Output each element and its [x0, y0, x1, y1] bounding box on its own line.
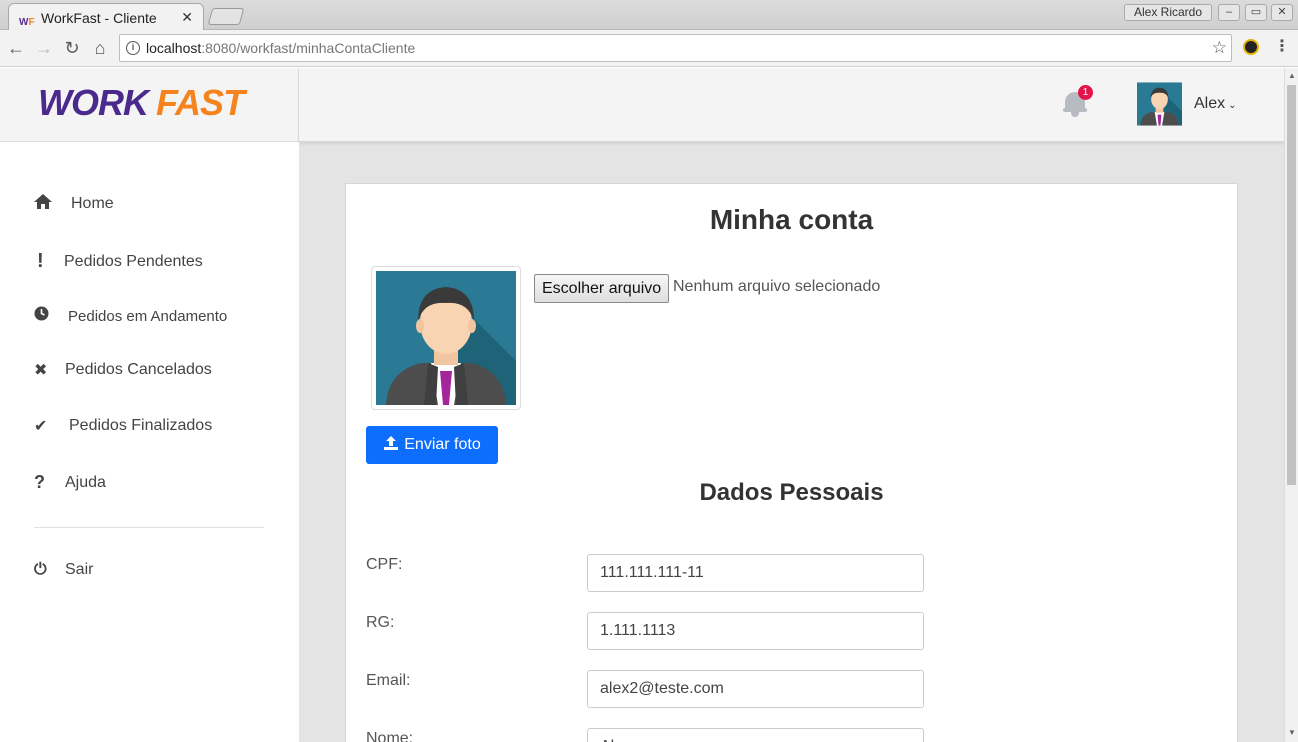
browser-toolbar: ← → ↻ ⌂ i localhost:8080/workfast/minhaC…: [0, 30, 1298, 67]
cpf-label: CPF:: [366, 556, 403, 573]
file-status-text: Nenhum arquivo selecionado: [673, 278, 881, 295]
sidebar-item-home[interactable]: Home: [34, 194, 114, 214]
tab-close-icon[interactable]: ✕: [181, 9, 193, 26]
url-path: :8080/workfast/minhaContaCliente: [201, 40, 416, 56]
user-avatar-icon: [376, 271, 516, 405]
url-host: localhost: [146, 40, 202, 56]
workfast-logo[interactable]: WORK FAST: [38, 82, 245, 124]
scroll-thumb[interactable]: [1287, 85, 1296, 485]
user-name: Alex: [1194, 95, 1226, 112]
upload-icon: [383, 435, 399, 456]
rg-label: RG:: [366, 614, 395, 631]
forward-arrow-icon[interactable]: →: [33, 37, 55, 59]
back-arrow-icon[interactable]: ←: [5, 37, 27, 59]
browser-tab[interactable]: WF WorkFast - Cliente ✕: [8, 3, 204, 31]
notification-badge[interactable]: 1: [1078, 85, 1093, 100]
avatar[interactable]: [1137, 82, 1182, 126]
page-scrollbar[interactable]: ▲ ▼: [1284, 68, 1298, 742]
sidebar-item-sair[interactable]: ⏻ Sair: [34, 561, 93, 579]
home-browser-icon[interactable]: ⌂: [89, 37, 111, 59]
choose-file-button[interactable]: Escolher arquivo: [534, 274, 670, 303]
page-title: Minha conta: [709, 204, 874, 235]
sidebar-item-ajuda[interactable]: ? Ajuda: [34, 472, 106, 493]
new-tab-button[interactable]: [207, 8, 245, 25]
minimize-button[interactable]: –: [1218, 4, 1240, 21]
top-header: 1 Alex ⌄: [299, 68, 1284, 142]
sidebar-item-pedidos-pendentes[interactable]: ! Pedidos Pendentes: [34, 250, 203, 273]
email-label: Email:: [366, 672, 411, 689]
sidebar-item-pedidos-em-andamento[interactable]: Pedidos em Andamento: [34, 306, 227, 326]
sidebar-item-pedidos-finalizados[interactable]: ✔ Pedidos Finalizados: [34, 416, 212, 436]
workfast-favicon-icon: WF: [19, 16, 35, 28]
address-bar[interactable]: i localhost:8080/workfast/minhaContaClie…: [119, 34, 1232, 62]
page-viewport: WORK FAST 1 Alex ⌄ Home ! Pedidos Penden…: [0, 68, 1284, 742]
tab-title: WorkFast - Cliente: [41, 9, 157, 26]
info-icon[interactable]: i: [126, 41, 140, 55]
name-label: Nome:: [366, 730, 414, 742]
upload-photo-button[interactable]: Enviar foto: [366, 426, 498, 464]
chevron-down-icon: ⌄: [1228, 100, 1237, 111]
browser-menu-icon[interactable]: ⋮: [1274, 36, 1290, 56]
close-window-button[interactable]: ✕: [1271, 4, 1293, 21]
account-card: Minha conta Escolher arquivo Nenhum arqu…: [345, 183, 1238, 742]
profile-photo: [371, 266, 521, 410]
extension-icon[interactable]: [1243, 39, 1259, 55]
browser-title-bar: WF WorkFast - Cliente ✕ Alex Ricardo – ▭…: [0, 0, 1298, 31]
section-title: Dados Pessoais: [699, 479, 884, 506]
upload-button-label: Enviar foto: [404, 436, 481, 453]
exclamation-icon: !: [37, 250, 44, 272]
scroll-down-icon[interactable]: ▼: [1288, 728, 1296, 737]
sidebar-divider: [34, 527, 264, 528]
maximize-button[interactable]: ▭: [1245, 4, 1267, 21]
times-icon: ✖: [34, 362, 48, 379]
user-menu[interactable]: Alex ⌄: [1194, 95, 1237, 113]
clock-icon: [34, 306, 64, 326]
power-icon: ⏻: [34, 561, 47, 578]
question-icon: ?: [34, 472, 45, 492]
sidebar-item-pedidos-cancelados[interactable]: ✖ Pedidos Cancelados: [34, 360, 212, 380]
brand-area: WORK FAST: [0, 68, 299, 142]
sidebar: Home ! Pedidos Pendentes Pedidos em Andam…: [0, 142, 299, 742]
reload-icon[interactable]: ↻: [61, 37, 83, 59]
email-field[interactable]: [587, 670, 924, 708]
rg-field[interactable]: [587, 612, 924, 650]
bookmark-star-icon[interactable]: ☆: [1212, 35, 1227, 61]
check-icon: ✔: [34, 418, 48, 435]
window-user-label: Alex Ricardo: [1124, 4, 1212, 21]
name-field[interactable]: [587, 728, 924, 742]
home-icon: [34, 194, 64, 214]
cpf-field[interactable]: [587, 554, 924, 592]
scroll-up-icon[interactable]: ▲: [1288, 71, 1296, 80]
